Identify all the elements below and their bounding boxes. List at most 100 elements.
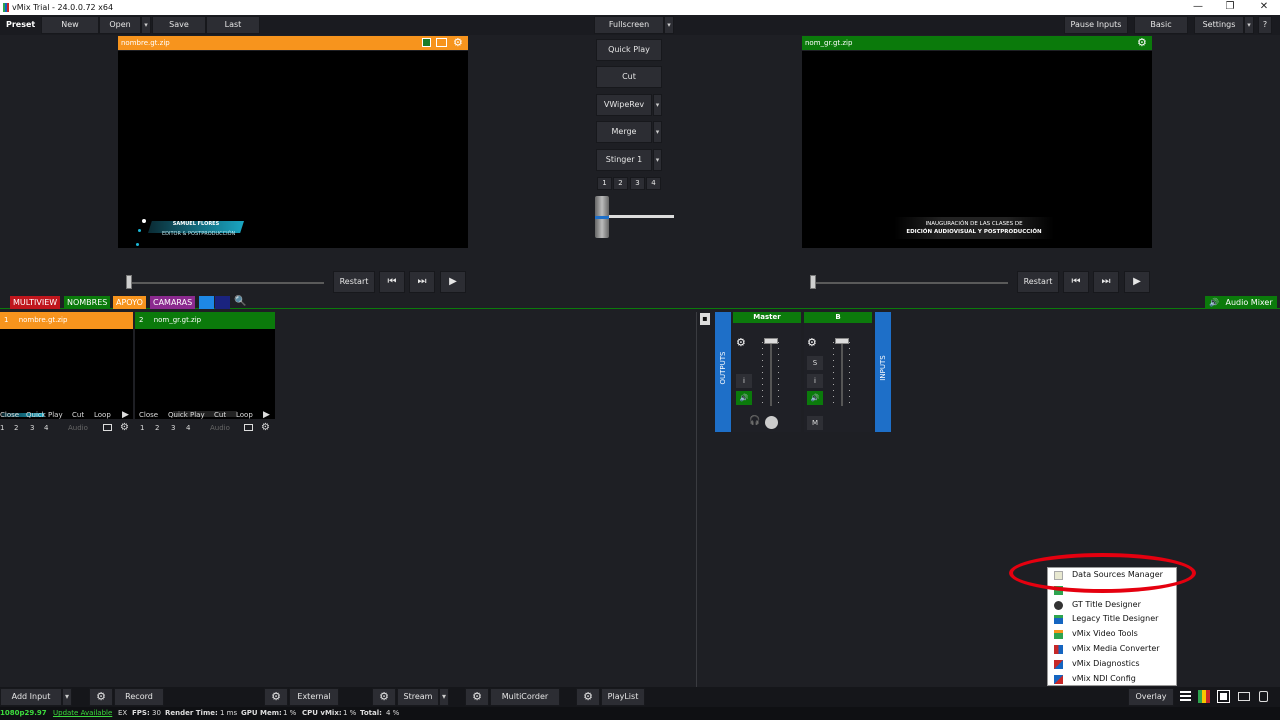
list-icon[interactable]: [1180, 691, 1191, 702]
minimize-icon[interactable]: —: [1185, 0, 1211, 15]
menu-item-ndi-config[interactable]: vMix NDI Config: [1048, 672, 1176, 687]
master-volume-knob[interactable]: [765, 416, 778, 429]
input-1-cut[interactable]: Cut: [72, 409, 84, 421]
input-2-thumbnail[interactable]: [135, 329, 275, 419]
input-2-loop[interactable]: Loop: [236, 409, 253, 421]
update-available-link[interactable]: Update Available: [53, 707, 112, 720]
input-1-num-4[interactable]: 4: [44, 422, 48, 434]
settings-button[interactable]: Settings: [1194, 16, 1244, 34]
input-2-cut[interactable]: Cut: [214, 409, 226, 421]
output-next-icon[interactable]: ⏭: [1093, 271, 1119, 293]
bus-b-fader-thumb[interactable]: [835, 338, 849, 344]
menu-item-video-tools[interactable]: vMix Video Tools: [1048, 627, 1176, 642]
input-1-audio[interactable]: Audio: [68, 422, 88, 434]
basic-button[interactable]: Basic: [1134, 16, 1188, 34]
preview-video[interactable]: SAMUEL FLORES EDITOR & POSTPRODUCCIÓN: [118, 51, 468, 248]
bus-b-fader-track[interactable]: [841, 340, 843, 406]
transition-number-4[interactable]: 4: [646, 177, 661, 190]
master-gear-icon[interactable]: ⚙: [736, 336, 746, 349]
input-1-num-3[interactable]: 3: [30, 422, 34, 434]
external-button[interactable]: External: [289, 688, 339, 706]
transition-number-1[interactable]: 1: [597, 177, 612, 190]
playlist-button[interactable]: PlayList: [601, 688, 645, 706]
input-2-quick-play[interactable]: Quick Play: [168, 409, 205, 421]
playlist-gear-icon[interactable]: ⚙: [576, 688, 600, 706]
transition-number-3[interactable]: 3: [630, 177, 645, 190]
menu-item-media-converter[interactable]: vMix Media Converter: [1048, 642, 1176, 657]
preview-color-icon[interactable]: [422, 38, 431, 47]
preview-play-icon[interactable]: ▶: [440, 271, 466, 293]
input-1-loop[interactable]: Loop: [94, 409, 111, 421]
preview-position-thumb[interactable]: [126, 275, 132, 289]
input-2-num-3[interactable]: 3: [171, 422, 175, 434]
input-2-num-4[interactable]: 4: [186, 422, 190, 434]
menu-item-diagnostics[interactable]: vMix Diagnostics: [1048, 657, 1176, 672]
output-gear-icon[interactable]: ⚙: [1137, 36, 1149, 50]
cut-button[interactable]: Cut: [596, 66, 662, 88]
tag-blue[interactable]: [199, 296, 214, 309]
output-video[interactable]: INAUGURACIÓN DE LAS CLASES DE EDICIÓN AU…: [802, 51, 1152, 248]
record-button[interactable]: Record: [114, 688, 164, 706]
preview-window-icon[interactable]: [436, 38, 447, 47]
output-position-thumb[interactable]: [810, 275, 816, 289]
save-button[interactable]: Save: [152, 16, 206, 34]
multicorder-gear-icon[interactable]: ⚙: [465, 688, 489, 706]
preview-position-track[interactable]: [128, 282, 324, 284]
bus-b-info-button[interactable]: i: [807, 374, 823, 388]
stream-gear-icon[interactable]: ⚙: [372, 688, 396, 706]
input-2-num-1[interactable]: 1: [140, 422, 144, 434]
tbar-handle[interactable]: [595, 196, 609, 238]
transition2-dropdown-icon[interactable]: ▾: [653, 121, 662, 143]
preview-restart-button[interactable]: Restart: [333, 271, 375, 293]
tag-multiview[interactable]: MULTIVIEW: [10, 296, 61, 309]
quick-play-button[interactable]: Quick Play: [596, 39, 662, 61]
input-2-monitor-icon[interactable]: [244, 424, 253, 431]
transition1-button[interactable]: VWipeRev: [596, 94, 652, 116]
tag-camaras[interactable]: CAMARAS: [150, 296, 196, 309]
new-button[interactable]: New: [41, 16, 99, 34]
external-gear-icon[interactable]: ⚙: [264, 688, 288, 706]
lock-icon[interactable]: [1259, 691, 1268, 702]
input-2-audio[interactable]: Audio: [210, 422, 230, 434]
input-1-play-icon[interactable]: ▶: [122, 409, 129, 421]
master-fader-track[interactable]: [770, 340, 772, 406]
input-card-1[interactable]: 1 nombre.gt.zip Close Quick Play Cut Loo…: [0, 312, 133, 434]
fullscreen-dropdown-icon[interactable]: ▾: [664, 16, 674, 34]
audio-mixer-tab[interactable]: 🔊 Audio Mixer: [1205, 296, 1277, 309]
transition1-dropdown-icon[interactable]: ▾: [653, 94, 662, 116]
output-position-track[interactable]: [812, 282, 1008, 284]
input-1-gear-icon[interactable]: ⚙: [120, 422, 129, 434]
input-2-play-icon[interactable]: ▶: [263, 409, 270, 421]
add-input-button[interactable]: Add Input: [0, 688, 62, 706]
outputs-bar[interactable]: OUTPUTS: [715, 312, 731, 432]
help-button[interactable]: ?: [1258, 16, 1272, 34]
audio-meter-icon[interactable]: [1198, 690, 1210, 703]
pause-inputs-button[interactable]: Pause Inputs: [1064, 16, 1128, 34]
bus-b-solo-button[interactable]: S: [807, 356, 823, 370]
stream-button[interactable]: Stream: [397, 688, 439, 706]
input-1-close[interactable]: Close: [0, 409, 19, 421]
monitor-icon[interactable]: [1238, 692, 1250, 701]
preview-prev-icon[interactable]: ⏮: [379, 271, 405, 293]
bus-b-mute-button[interactable]: M: [807, 416, 823, 430]
preview-gear-icon[interactable]: ⚙: [453, 36, 465, 50]
input-1-thumbnail[interactable]: [0, 329, 133, 419]
input-1-monitor-icon[interactable]: [103, 424, 112, 431]
master-speaker-icon[interactable]: 🔊: [736, 391, 752, 405]
add-input-dropdown-icon[interactable]: ▾: [62, 688, 72, 706]
output-prev-icon[interactable]: ⏮: [1063, 271, 1089, 293]
grid-icon[interactable]: [1217, 690, 1230, 703]
last-button[interactable]: Last: [206, 16, 260, 34]
transition-number-2[interactable]: 2: [613, 177, 628, 190]
master-info-button[interactable]: i: [736, 374, 752, 388]
transition3-button[interactable]: Stinger 1: [596, 149, 652, 171]
stream-dropdown-icon[interactable]: ▾: [439, 688, 449, 706]
settings-dropdown-icon[interactable]: ▾: [1244, 16, 1254, 34]
input-2-close[interactable]: Close: [139, 409, 158, 421]
tag-apoyo[interactable]: APOYO: [113, 296, 146, 309]
bus-b-speaker-icon[interactable]: 🔊: [807, 391, 823, 405]
close-icon[interactable]: ✕: [1251, 0, 1277, 15]
record-gear-icon[interactable]: ⚙: [89, 688, 113, 706]
overlay-button[interactable]: Overlay: [1128, 688, 1174, 706]
input-2-num-2[interactable]: 2: [155, 422, 159, 434]
